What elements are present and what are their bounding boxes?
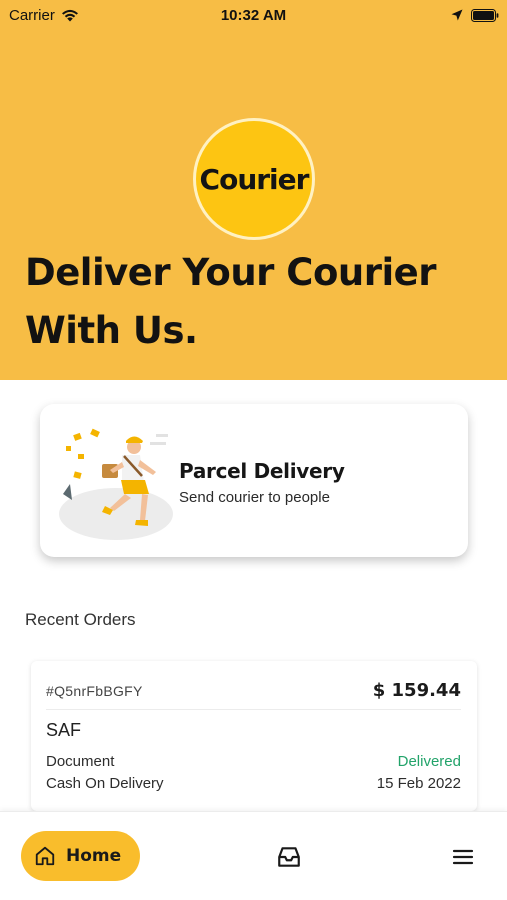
home-icon [35,846,55,866]
nav-home-button[interactable]: Home [21,831,140,881]
order-card[interactable]: #Q5nrFbBGFY $ 159.44 SAF Document Delive… [31,661,477,811]
order-type: Document [46,753,115,770]
order-amount: $ 159.44 [372,680,461,701]
recent-orders-heading: Recent Orders [25,610,136,629]
order-divider [46,709,461,710]
order-date: 15 Feb 2022 [376,775,461,792]
logo-text: Courier [199,162,310,196]
service-title: Parcel Delivery [179,459,345,483]
courier-illustration [59,428,173,540]
order-payment-method: Cash On Delivery [46,775,164,792]
carrier-label: Carrier [9,6,55,24]
wifi-icon [61,9,78,21]
location-arrow-icon [451,9,463,21]
status-bar: Carrier 10:32 AM [0,0,507,30]
order-city: SAF [46,720,82,740]
order-id: #Q5nrFbBGFY [46,683,143,699]
hero-banner: Courier Deliver Your Courier With Us. [0,0,507,380]
hero-title: Deliver Your Courier With Us. [25,244,485,360]
menu-icon[interactable] [450,845,476,869]
hero-title-line1: Deliver Your Courier [25,251,436,294]
service-subtitle: Send courier to people [179,489,330,506]
order-status: Delivered [397,753,461,770]
courier-logo: Courier [193,118,315,240]
nav-home-label: Home [66,846,122,866]
inbox-icon[interactable] [276,844,302,870]
bottom-nav: Home [0,811,507,900]
hero-title-line2: With Us. [25,309,198,352]
parcel-delivery-card[interactable]: Parcel Delivery Send courier to people [40,404,468,557]
battery-icon [471,8,499,22]
